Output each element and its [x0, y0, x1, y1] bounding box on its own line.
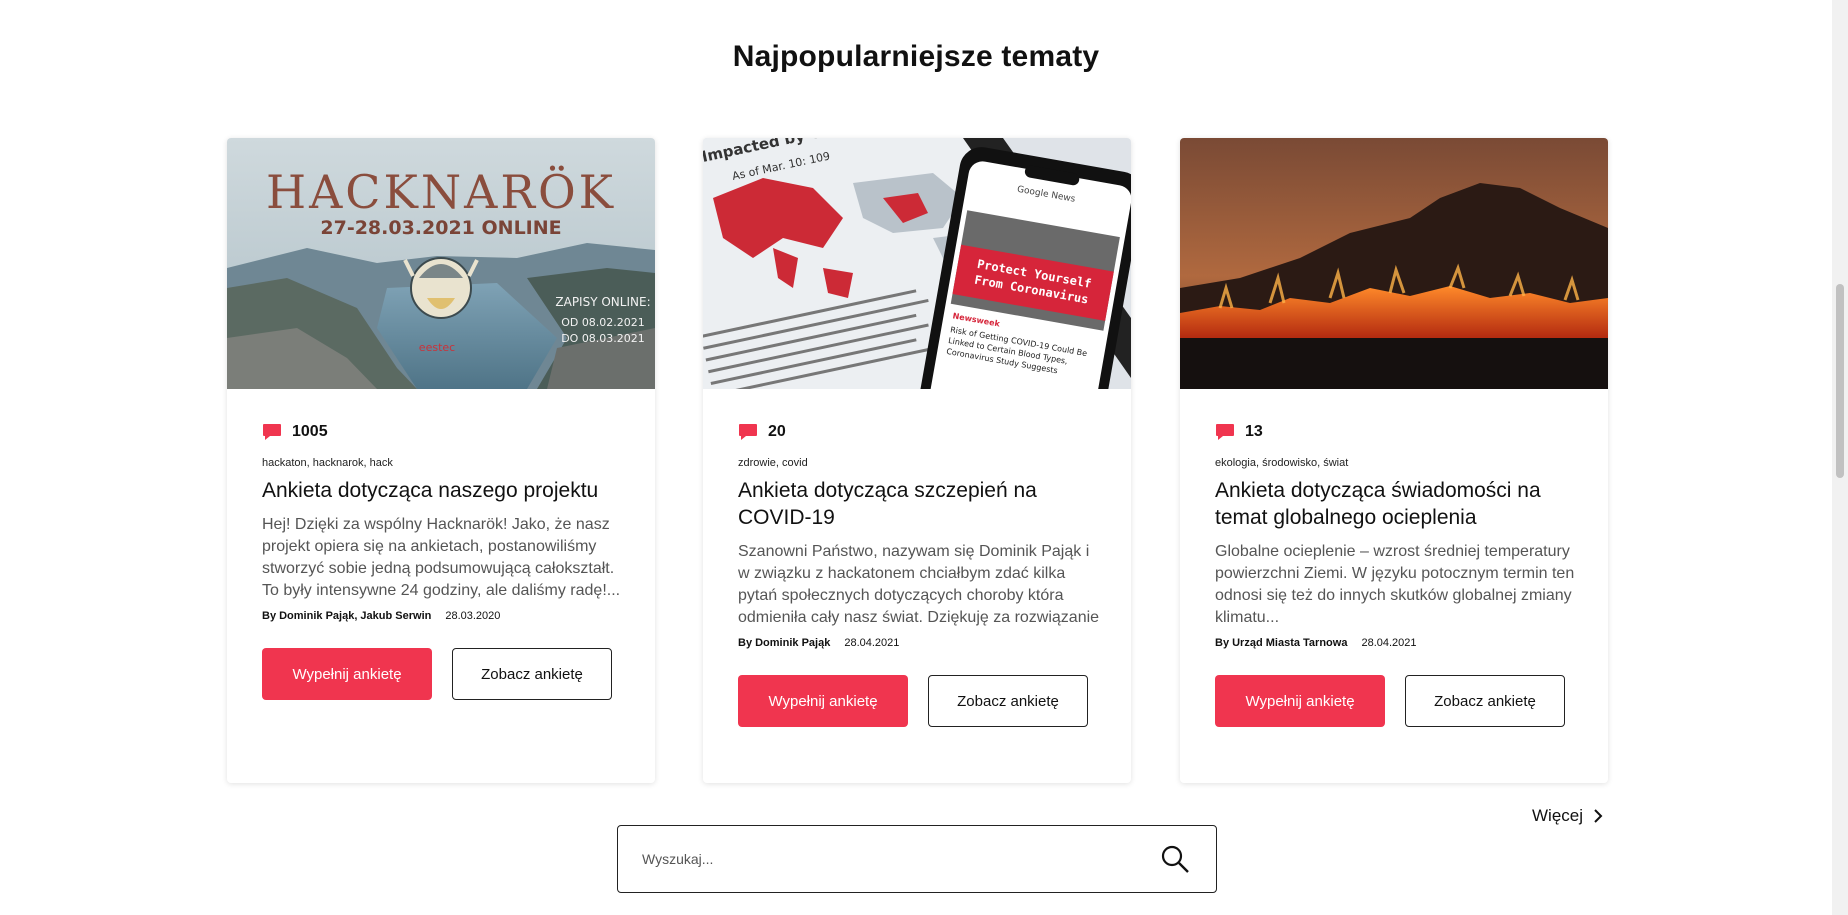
card-meta: By Dominik Pająk, Jakub Serwin 28.03.202…: [262, 610, 625, 622]
view-survey-button[interactable]: Zobacz ankietę: [928, 675, 1088, 727]
more-label: Więcej: [1532, 806, 1584, 825]
fill-survey-button[interactable]: Wypełnij ankietę: [1215, 675, 1385, 727]
view-survey-button[interactable]: Zobacz ankietę: [1405, 675, 1565, 727]
search-input[interactable]: [618, 826, 1160, 892]
comment-counter: 13: [1215, 421, 1578, 443]
poster-signup-to: DO 08.03.2021: [561, 332, 645, 345]
card-meta: By Urząd Miasta Tarnowa 28.04.2021: [1215, 637, 1578, 649]
survey-card: HACKNARÖK 27-28.03.2021 ONLINE eestec ZA…: [227, 138, 655, 783]
card-description: Globalne ocieplenie – wzrost średniej te…: [1215, 543, 1575, 626]
card-tags: hackaton, hacknarok, hack: [262, 457, 393, 469]
card-title[interactable]: Ankieta dotycząca naszego projektu: [262, 477, 625, 504]
search-bar: [617, 825, 1217, 893]
card-body: 20 zdrowie, covid Ankieta dotycząca szcz…: [738, 421, 1101, 727]
card-date: 28.03.2020: [445, 610, 501, 622]
card-actions: Wypełnij ankietę Zobacz ankietę: [1215, 675, 1578, 727]
comment-count: 13: [1245, 423, 1263, 440]
card-title[interactable]: Ankieta dotycząca szczepień na COVID-19: [738, 477, 1101, 531]
card-date: 28.04.2021: [844, 637, 900, 649]
card-description: Szanowni Państwo, nazywam się Dominik Pa…: [738, 543, 1100, 626]
card-author: By Urząd Miasta Tarnowa: [1215, 637, 1348, 649]
card-actions: Wypełnij ankietę Zobacz ankietę: [738, 675, 1101, 727]
comment-icon: [1216, 424, 1234, 440]
survey-card: Impacted by COVID-19 As of Mar. 10: 109 …: [703, 138, 1131, 783]
card-image-covid[interactable]: Impacted by COVID-19 As of Mar. 10: 109 …: [703, 138, 1131, 389]
more-link[interactable]: Więcej: [1532, 806, 1605, 826]
fill-survey-button[interactable]: Wypełnij ankietę: [738, 675, 908, 727]
card-author: By Dominik Pająk, Jakub Serwin: [262, 610, 432, 622]
comment-count: 1005: [292, 423, 328, 440]
comment-count: 20: [768, 423, 786, 440]
card-actions: Wypełnij ankietę Zobacz ankietę: [262, 648, 625, 700]
card-body: 1005 hackaton, hacknarok, hack Ankieta d…: [262, 421, 625, 700]
comment-counter: 1005: [262, 421, 625, 443]
page: Najpopularniejsze tematy HACKNARÖK 27-28…: [0, 0, 1832, 915]
eestec-logo: eestec: [419, 341, 455, 354]
wildfire-image: [1180, 138, 1608, 389]
comment-icon: [263, 424, 281, 440]
card-tags: zdrowie, covid: [738, 457, 808, 469]
search-icon[interactable]: [1160, 844, 1190, 874]
card-image-wildfire[interactable]: [1180, 138, 1608, 389]
scrollbar-thumb[interactable]: [1836, 284, 1844, 478]
card-author: By Dominik Pająk: [738, 637, 831, 649]
poster-signup-from: OD 08.02.2021: [561, 316, 645, 329]
card-date: 28.04.2021: [1361, 637, 1417, 649]
section-title: Najpopularniejsze tematy: [732, 40, 1100, 73]
card-image-hacknarok[interactable]: HACKNARÖK 27-28.03.2021 ONLINE eestec ZA…: [227, 138, 655, 389]
view-survey-button[interactable]: Zobacz ankietę: [452, 648, 612, 700]
card-body: 13 ekologia, środowisko, świat Ankieta d…: [1215, 421, 1578, 727]
survey-card: 13 ekologia, środowisko, świat Ankieta d…: [1180, 138, 1608, 783]
card-title[interactable]: Ankieta dotycząca świadomości na temat g…: [1215, 477, 1578, 531]
poster-brand-text: HACKNARÖK: [266, 164, 616, 219]
chevron-right-icon: [1594, 809, 1603, 823]
card-tags: ekologia, środowisko, świat: [1215, 457, 1349, 469]
comment-counter: 20: [738, 421, 1101, 443]
card-description: Hej! Dzięki za wspólny Hacknarök! Jako, …: [262, 516, 621, 599]
comment-icon: [739, 424, 757, 440]
covid-news-image: Impacted by COVID-19 As of Mar. 10: 109 …: [703, 138, 1131, 389]
poster-signup-text: ZAPISY ONLINE:: [555, 295, 650, 309]
poster-dates-text: 27-28.03.2021 ONLINE: [320, 217, 561, 239]
hacknarok-poster: HACKNARÖK 27-28.03.2021 ONLINE eestec ZA…: [227, 138, 655, 389]
fill-survey-button[interactable]: Wypełnij ankietę: [262, 648, 432, 700]
card-meta: By Dominik Pająk 28.04.2021: [738, 637, 1101, 649]
